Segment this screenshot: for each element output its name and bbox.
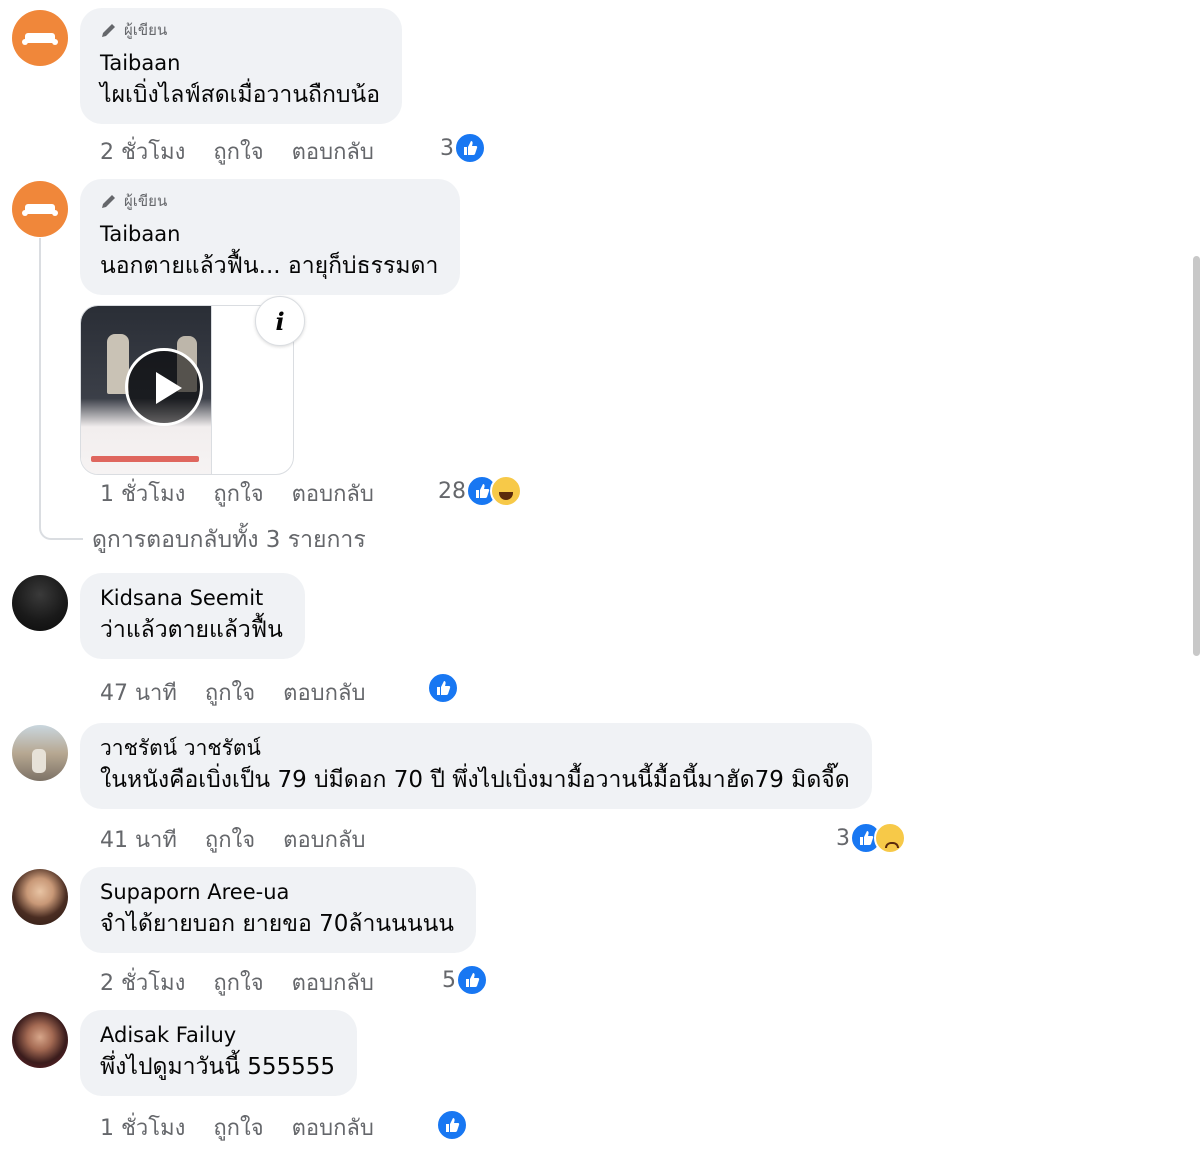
comment-text: จำได้ยายบอก ยายขอ 70ล้านนนนน [100, 911, 455, 937]
pencil-icon [100, 192, 118, 210]
commenter-name[interactable]: Adisak Failuy [100, 1020, 335, 1050]
avatar[interactable] [12, 869, 68, 925]
avatar[interactable] [12, 725, 68, 781]
avatar[interactable] [12, 10, 68, 66]
avatar[interactable] [12, 575, 68, 631]
like-icon [436, 1109, 468, 1141]
comment-actions: 2 ชั่วโมง ถูกใจ ตอบกลับ [100, 134, 374, 169]
author-badge-label: ผู้เขียน [124, 21, 168, 39]
comment-bubble: ผู้เขียน Taibaan นอกตายแล้วฟื้น... อายุก… [80, 179, 461, 295]
reaction-count: 28 [438, 478, 466, 504]
comment-text: ว่าแล้วตายแล้วฟื้น [100, 617, 283, 643]
like-button[interactable]: ถูกใจ [213, 134, 263, 169]
comment-actions: 41 นาที ถูกใจ ตอบกลับ [100, 822, 365, 857]
haha-icon [490, 475, 522, 507]
info-icon[interactable]: i [255, 296, 305, 346]
like-button[interactable]: ถูกใจ [205, 675, 255, 710]
reply-button[interactable]: ตอบกลับ [283, 822, 365, 857]
author-badge: ผู้เขียน [100, 18, 380, 42]
comment-text: ไผเบิ่งไลฟ์สดเมื่อวานถืกบน้อ [100, 82, 381, 108]
reaction-summary[interactable]: 3 [440, 132, 486, 164]
reply-button[interactable]: ตอบกลับ [292, 134, 374, 169]
thumbnail-caption [91, 456, 199, 462]
comment-actions: 47 นาที ถูกใจ ตอบกลับ [100, 675, 365, 710]
commenter-name[interactable]: Taibaan [100, 48, 380, 78]
comment-text: นอกตายแล้วฟื้น... อายุก็บ่ธรรมดา [100, 253, 439, 279]
timestamp[interactable]: 1 ชั่วโมง [100, 1110, 185, 1145]
like-icon [427, 672, 459, 704]
reply-button[interactable]: ตอบกลับ [292, 476, 374, 511]
commenter-name[interactable]: Taibaan [100, 219, 438, 249]
commenter-name[interactable]: วาชรัตน์ วาชรัตน์ [100, 733, 850, 763]
reaction-summary[interactable]: 3 [836, 822, 906, 854]
like-button[interactable]: ถูกใจ [205, 822, 255, 857]
like-button[interactable]: ถูกใจ [213, 476, 263, 511]
avatar[interactable] [12, 181, 68, 237]
avatar[interactable] [12, 1012, 68, 1068]
commenter-name[interactable]: Kidsana Seemit [100, 583, 283, 613]
comment-bubble: Supaporn Aree-ua จำได้ยายบอก ยายขอ 70ล้า… [80, 867, 477, 953]
timestamp[interactable]: 47 นาที [100, 675, 177, 710]
reaction-summary[interactable] [427, 672, 459, 704]
comment-text: ในหนังคือเบิ่งเป็น 79 บ่มีดอก 70 ปี พึ่ง… [100, 767, 850, 793]
commenter-name[interactable]: Supaporn Aree-ua [100, 877, 454, 907]
view-replies-link[interactable]: ดูการตอบกลับทั้ง 3 รายการ [92, 522, 366, 558]
reaction-count: 3 [836, 825, 850, 851]
reaction-summary[interactable]: 5 [442, 964, 488, 996]
pencil-icon [100, 21, 118, 39]
comment-actions: 1 ชั่วโมง ถูกใจ ตอบกลับ [100, 476, 374, 511]
like-button[interactable]: ถูกใจ [213, 965, 263, 1000]
thread-line [39, 238, 83, 540]
comment-bubble: วาชรัตน์ วาชรัตน์ ในหนังคือเบิ่งเป็น 79 … [80, 723, 872, 809]
comment-actions: 1 ชั่วโมง ถูกใจ ตอบกลับ [100, 1110, 374, 1145]
video-thumbnail[interactable] [81, 306, 212, 474]
reply-button[interactable]: ตอบกลับ [283, 675, 365, 710]
play-icon[interactable] [125, 348, 203, 426]
avatar-figure [32, 749, 46, 773]
reply-button[interactable]: ตอบกลับ [292, 965, 374, 1000]
like-icon [454, 132, 486, 164]
truck-logo-icon [22, 204, 58, 216]
author-badge-label: ผู้เขียน [124, 192, 168, 210]
reaction-summary[interactable] [436, 1109, 468, 1141]
reaction-summary[interactable]: 28 [438, 475, 522, 507]
reaction-count: 3 [440, 135, 454, 161]
comment-bubble: ผู้เขียน Taibaan ไผเบิ่งไลฟ์สดเมื่อวานถื… [80, 8, 403, 124]
timestamp[interactable]: 2 ชั่วโมง [100, 134, 185, 169]
timestamp[interactable]: 1 ชั่วโมง [100, 476, 185, 511]
scrollbar[interactable] [1193, 256, 1200, 656]
timestamp[interactable]: 2 ชั่วโมง [100, 965, 185, 1000]
reply-button[interactable]: ตอบกลับ [292, 1110, 374, 1145]
comment-actions: 2 ชั่วโมง ถูกใจ ตอบกลับ [100, 965, 374, 1000]
comment-text: พึ่งไปดูมาวันนี้ 555555 [100, 1054, 336, 1080]
truck-logo-icon [22, 33, 58, 45]
comment-bubble: Adisak Failuy พึ่งไปดูมาวันนี้ 555555 [80, 1010, 358, 1096]
comment-bubble: Kidsana Seemit ว่าแล้วตายแล้วฟื้น [80, 573, 305, 659]
sad-icon [874, 822, 906, 854]
like-icon [456, 964, 488, 996]
timestamp[interactable]: 41 นาที [100, 822, 177, 857]
reaction-count: 5 [442, 967, 456, 993]
like-button[interactable]: ถูกใจ [213, 1110, 263, 1145]
author-badge: ผู้เขียน [100, 189, 438, 213]
